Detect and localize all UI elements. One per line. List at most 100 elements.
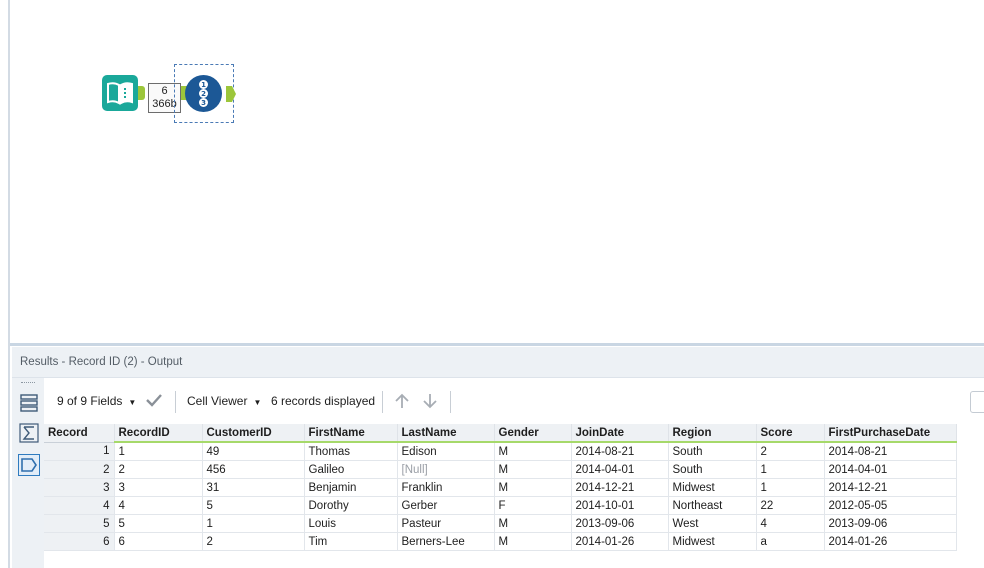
column-header[interactable]: LastName	[397, 424, 495, 443]
metadata-view-button[interactable]	[18, 454, 40, 476]
column-header[interactable]: Gender	[494, 424, 572, 443]
book-icon	[107, 82, 133, 105]
table-cell[interactable]: 1	[202, 514, 305, 533]
record-number-cell[interactable]: 6	[44, 532, 115, 551]
table-cell[interactable]: Gerber	[397, 496, 495, 515]
table-cell[interactable]: 2014-04-01	[571, 460, 669, 479]
table-cell[interactable]: Midwest	[668, 478, 757, 497]
table-cell[interactable]: 2	[202, 532, 305, 551]
table-cell[interactable]: 2013-09-06	[571, 514, 669, 533]
cell-viewer-dropdown[interactable]: Cell Viewer ▼	[187, 394, 261, 408]
table-cell[interactable]: 456	[202, 460, 305, 479]
table-cell[interactable]: 2014-01-26	[824, 532, 957, 551]
table-cell[interactable]: M	[494, 460, 572, 479]
table-cell[interactable]: 2	[114, 460, 203, 479]
record-number-cell[interactable]: 3	[44, 478, 115, 497]
record-number-cell[interactable]: 4	[44, 496, 115, 515]
table-cell[interactable]: a	[756, 532, 825, 551]
table-row[interactable]: 6 6 2 Tim Berners-Lee M 2014-01-26 Midwest a 2014…	[44, 532, 957, 551]
table-cell[interactable]: Pasteur	[397, 514, 495, 533]
table-cell[interactable]: 2014-08-21	[824, 442, 957, 461]
column-header[interactable]: FirstPurchaseDate	[824, 424, 957, 443]
table-cell[interactable]: 4	[756, 514, 825, 533]
table-cell[interactable]: Edison	[397, 442, 495, 461]
table-cell[interactable]: 1	[114, 442, 203, 461]
table-cell[interactable]: Franklin	[397, 478, 495, 497]
table-cell[interactable]: 3	[114, 478, 203, 497]
table-cell[interactable]: M	[494, 478, 572, 497]
record-number-cell[interactable]: 5	[44, 514, 115, 533]
table-cell[interactable]: 22	[756, 496, 825, 515]
table-cell[interactable]: Tim	[304, 532, 398, 551]
table-cell[interactable]: Galileo	[304, 460, 398, 479]
table-cell[interactable]: 2012-05-05	[824, 496, 957, 515]
table-cell[interactable]: 2014-10-01	[571, 496, 669, 515]
table-cell[interactable]: Louis	[304, 514, 398, 533]
record-id-tool[interactable]: 1 2 3	[185, 75, 222, 112]
table-cell[interactable]: 2014-01-26	[571, 532, 669, 551]
panel-splitter[interactable]	[10, 343, 984, 346]
column-header[interactable]: JoinDate	[571, 424, 669, 443]
table-cell[interactable]: 2014-12-21	[571, 478, 669, 497]
table-cell[interactable]: 2014-04-01	[824, 460, 957, 479]
sigma-icon	[19, 423, 39, 443]
column-header[interactable]: CustomerID	[202, 424, 305, 443]
workflow-canvas[interactable]	[12, 0, 984, 343]
column-header[interactable]: RecordID	[114, 424, 203, 443]
table-cell[interactable]: 2014-08-21	[571, 442, 669, 461]
record-id-icon: 1 2 3	[199, 80, 208, 107]
recordid-output-anchor[interactable]	[226, 86, 236, 102]
table-cell[interactable]: M	[494, 532, 572, 551]
table-cell[interactable]: M	[494, 442, 572, 461]
table-row[interactable]: 1 1 49 Thomas Edison M 2014-08-21 South 2 2014-08…	[44, 442, 957, 461]
table-cell[interactable]: 2013-09-06	[824, 514, 957, 533]
apply-fields-button[interactable]	[145, 392, 163, 411]
table-cell[interactable]: 4	[114, 496, 203, 515]
table-cell[interactable]: M	[494, 514, 572, 533]
table-cell[interactable]: Berners-Lee	[397, 532, 495, 551]
table-row[interactable]: 4 4 5 Dorothy Gerber F 2014-10-01 Northeast 22 20…	[44, 496, 957, 515]
input-tool-output-anchor[interactable]	[138, 86, 145, 100]
table-cell[interactable]: 31	[202, 478, 305, 497]
table-cell[interactable]: 1	[756, 478, 825, 497]
scroll-down-button[interactable]	[421, 392, 439, 413]
table-row[interactable]: 5 5 1 Louis Pasteur M 2013-09-06 West 4 2013-09-0…	[44, 514, 957, 533]
table-cell[interactable]: Thomas	[304, 442, 398, 461]
column-header[interactable]: Record	[44, 424, 115, 443]
results-toolbar: 9 of 9 Fields ▼ Cell Viewer ▼ 6 records di…	[44, 386, 984, 416]
table-cell[interactable]: 2	[756, 442, 825, 461]
summary-view-button[interactable]	[18, 422, 40, 444]
table-cell[interactable]: [Null]	[397, 460, 495, 479]
table-cell[interactable]: 5	[202, 496, 305, 515]
table-cell[interactable]: 2014-12-21	[824, 478, 957, 497]
arrow-down-icon	[423, 394, 437, 409]
table-cell[interactable]: 1	[756, 460, 825, 479]
table-cell[interactable]: Midwest	[668, 532, 757, 551]
table-cell[interactable]: Benjamin	[304, 478, 398, 497]
table-header-row: Record RecordID CustomerID FirstName Las…	[44, 424, 957, 443]
table-cell[interactable]: Northeast	[668, 496, 757, 515]
table-cell[interactable]: 49	[202, 442, 305, 461]
rail-grip-handle[interactable]	[21, 382, 35, 385]
search-input[interactable]	[970, 391, 984, 413]
column-header[interactable]: FirstName	[304, 424, 398, 443]
table-cell[interactable]: West	[668, 514, 757, 533]
table-cell[interactable]: 5	[114, 514, 203, 533]
record-number-cell[interactable]: 1	[44, 442, 115, 461]
input-data-tool[interactable]	[102, 75, 138, 111]
table-cell[interactable]: Dorothy	[304, 496, 398, 515]
record-number-cell[interactable]: 2	[44, 460, 115, 479]
column-header[interactable]: Score	[756, 424, 825, 443]
table-cell[interactable]: South	[668, 442, 757, 461]
results-table: Record RecordID CustomerID FirstName Las…	[44, 424, 957, 551]
fields-dropdown[interactable]: 9 of 9 Fields ▼	[57, 394, 136, 408]
caret-down-icon: ▼	[128, 398, 137, 407]
table-cell[interactable]: F	[494, 496, 572, 515]
table-view-button[interactable]	[18, 392, 40, 414]
column-header[interactable]: Region	[668, 424, 757, 443]
scroll-up-button[interactable]	[393, 392, 411, 413]
table-cell[interactable]: South	[668, 460, 757, 479]
table-row[interactable]: 2 2 456 Galileo [Null] M 2014-04-01 South 1 2014-…	[44, 460, 957, 479]
table-row[interactable]: 3 3 31 Benjamin Franklin M 2014-12-21 Midwest 1 2…	[44, 478, 957, 497]
table-cell[interactable]: 6	[114, 532, 203, 551]
